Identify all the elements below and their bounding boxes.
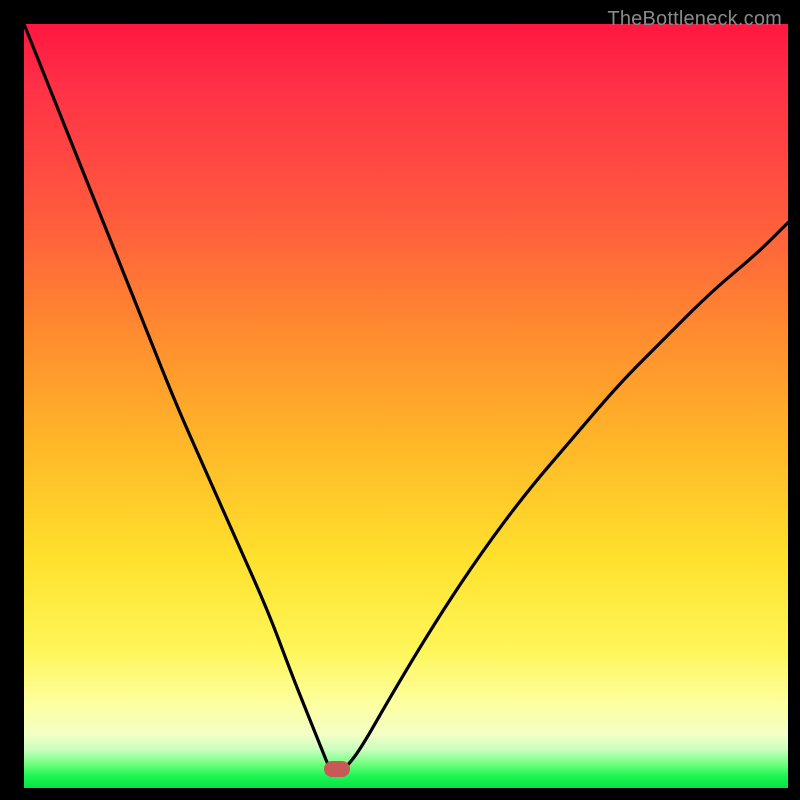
- chart-frame: TheBottleneck.com: [6, 6, 794, 794]
- optimum-marker: [324, 761, 350, 777]
- watermark-text: TheBottleneck.com: [607, 8, 782, 31]
- plot-area: [24, 24, 788, 788]
- bottleneck-curve: [24, 24, 788, 788]
